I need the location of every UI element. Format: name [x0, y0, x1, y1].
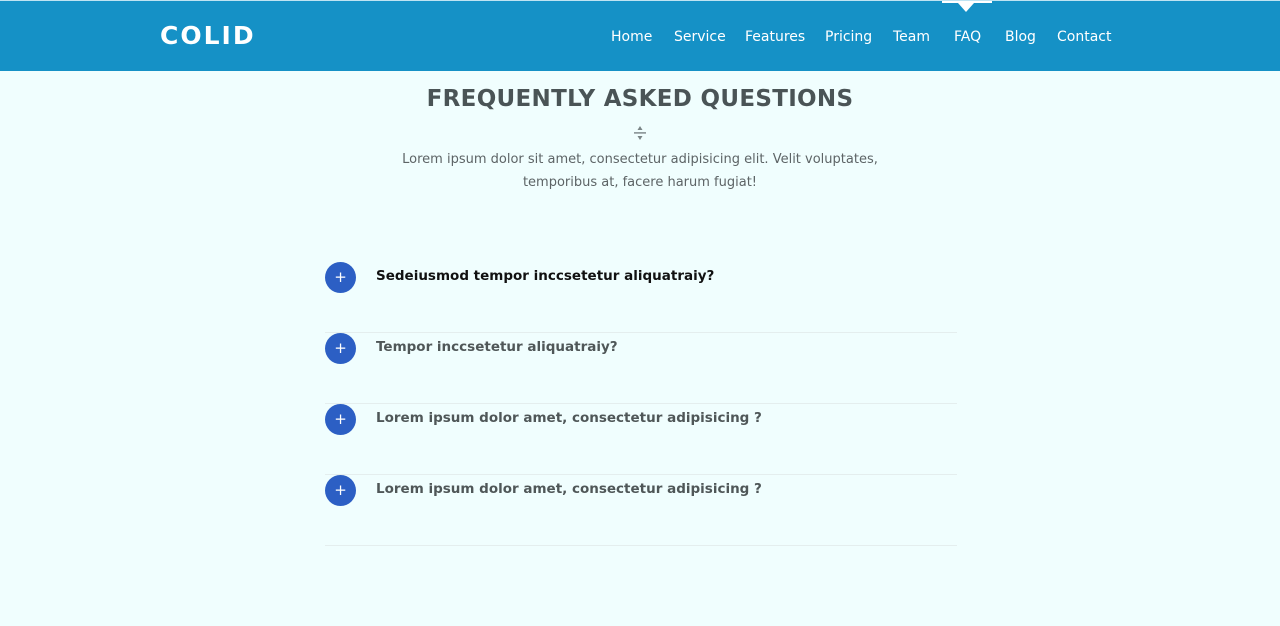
nav-pricing[interactable]: Pricing	[825, 29, 872, 45]
section-title: FREQUENTLY ASKED QUESTIONS	[426, 86, 854, 112]
section-description: Lorem ipsum dolor sit amet, consectetur …	[402, 152, 878, 190]
faq-item[interactable]: + Tempor inccsetetur aliquatraiy?	[325, 333, 957, 404]
nav-team[interactable]: Team	[893, 29, 930, 45]
site-header: COLID Home Service Features Pricing Team…	[0, 1, 1280, 71]
nav-service[interactable]: Service	[674, 29, 726, 45]
plus-icon[interactable]: +	[325, 262, 356, 293]
nav-blog[interactable]: Blog	[1005, 29, 1036, 45]
faq-question[interactable]: Sedeiusmod tempor inccsetetur aliquatrai…	[376, 268, 714, 284]
sort-divider-icon	[633, 125, 647, 141]
faq-item[interactable]: + Lorem ipsum dolor amet, consectetur ad…	[325, 404, 957, 475]
plus-icon[interactable]: +	[325, 333, 356, 364]
faq-question[interactable]: Tempor inccsetetur aliquatraiy?	[376, 339, 618, 355]
main-nav: Home Service Features Pricing Team FAQ B…	[0, 1, 1280, 71]
faq-question[interactable]: Lorem ipsum dolor amet, consectetur adip…	[376, 410, 762, 426]
nav-home[interactable]: Home	[611, 29, 652, 45]
plus-icon[interactable]: +	[325, 475, 356, 506]
plus-icon[interactable]: +	[325, 404, 356, 435]
faq-item[interactable]: + Sedeiusmod tempor inccsetetur aliquatr…	[325, 262, 957, 333]
nav-faq[interactable]: FAQ	[954, 29, 981, 45]
faq-divider	[325, 545, 957, 546]
active-nav-caret-icon	[958, 3, 974, 12]
faq-question[interactable]: Lorem ipsum dolor amet, consectetur adip…	[376, 481, 762, 497]
nav-contact[interactable]: Contact	[1057, 29, 1111, 45]
nav-features[interactable]: Features	[745, 29, 805, 45]
faq-item[interactable]: + Lorem ipsum dolor amet, consectetur ad…	[325, 475, 957, 546]
